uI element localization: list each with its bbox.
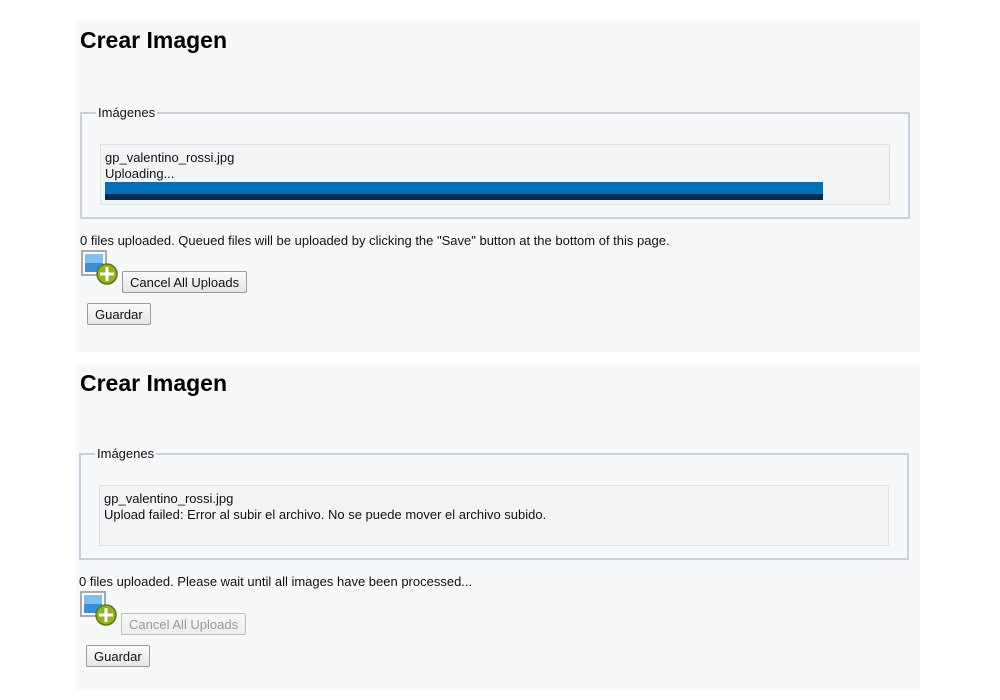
file-name: gp_valentino_rossi.jpg	[105, 150, 235, 165]
cancel-all-uploads-button[interactable]: Cancel All Uploads	[122, 271, 248, 293]
upload-file-item: gp_valentino_rossi.jpg Uploading...	[100, 144, 890, 205]
save-button[interactable]: Guardar	[87, 303, 151, 325]
save-button[interactable]: Guardar	[86, 645, 150, 667]
page-title: Crear Imagen	[80, 370, 228, 396]
images-fieldset-legend: Imágenes	[97, 446, 155, 461]
upload-file-item: gp_valentino_rossi.jpg Upload failed: Er…	[99, 485, 889, 546]
add-image-icon[interactable]	[80, 249, 118, 287]
create-image-panel-uploading: Crear Imagen Imágenes gp_valentino_rossi…	[76, 21, 920, 352]
upload-progress-fill	[105, 182, 823, 200]
images-fieldset: Imágenes gp_valentino_rossi.jpg Upload f…	[79, 446, 909, 560]
upload-status-text: 0 files uploaded. Please wait until all …	[79, 574, 473, 589]
page-title: Crear Imagen	[80, 27, 228, 53]
file-error-status: Upload failed: Error al subir el archivo…	[104, 507, 547, 522]
upload-status-text: 0 files uploaded. Queued files will be u…	[80, 233, 670, 248]
create-image-panel-failed: Crear Imagen Imágenes gp_valentino_rossi…	[76, 364, 920, 690]
file-name: gp_valentino_rossi.jpg	[104, 491, 234, 506]
images-fieldset-legend: Imágenes	[98, 105, 156, 120]
add-image-icon[interactable]	[79, 590, 117, 628]
file-status: Uploading...	[105, 166, 175, 181]
cancel-all-uploads-button[interactable]: Cancel All Uploads	[121, 613, 247, 635]
images-fieldset: Imágenes gp_valentino_rossi.jpg Uploadin…	[80, 105, 910, 219]
upload-progress-bar	[105, 182, 823, 200]
